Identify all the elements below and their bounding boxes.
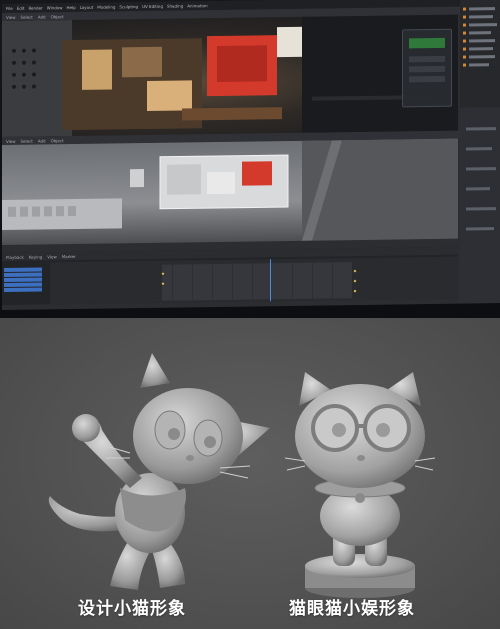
menu-item[interactable]: Window [47, 5, 63, 10]
workspace-tab[interactable]: Layout [80, 5, 94, 10]
transform-field[interactable] [409, 37, 445, 49]
monitor-photo: File Edit Render Window Help Layout Mode… [0, 0, 500, 318]
timeline-menu[interactable]: Playback [6, 254, 24, 259]
workspace-tab[interactable]: UV Editing [142, 4, 163, 9]
transform-field[interactable] [409, 75, 445, 83]
right-caption: 猫眼猫小娱形象 [289, 599, 415, 619]
workspace-tab[interactable]: Sculpting [119, 4, 138, 9]
scene-solid [2, 138, 458, 241]
transform-panel[interactable] [402, 28, 452, 108]
transform-field[interactable] [409, 65, 445, 73]
editor-window: File Edit Render Window Help Layout Mode… [2, 0, 500, 311]
viewport-menu[interactable]: View [6, 138, 16, 143]
transform-field[interactable] [409, 55, 445, 63]
menu-item[interactable]: Render [28, 5, 42, 10]
channel-list[interactable] [4, 266, 46, 293]
menu-item[interactable]: File [6, 6, 13, 11]
timeline-menu[interactable]: View [47, 254, 57, 259]
channel-row[interactable] [4, 282, 42, 287]
frame-range [162, 262, 352, 301]
workspace-tab[interactable]: Modeling [97, 4, 115, 9]
menu-item[interactable]: Help [66, 5, 75, 10]
channel-row[interactable] [4, 287, 42, 292]
channel-row[interactable] [4, 272, 42, 277]
outliner-list [460, 7, 500, 304]
solid-viewport[interactable] [2, 138, 458, 245]
timeline-menu[interactable]: Marker [62, 253, 76, 258]
rendered-viewport[interactable] [2, 14, 458, 138]
workspace-tab[interactable]: Shading [167, 3, 183, 8]
viewport-menu[interactable]: Select [21, 14, 33, 19]
scene-render [2, 14, 458, 137]
workspace-tab[interactable]: Animation [187, 3, 207, 8]
viewport-menu[interactable]: Object [51, 14, 64, 19]
glasses-cat-model [284, 372, 435, 598]
playhead[interactable] [270, 259, 271, 302]
viewport-menu[interactable]: Object [51, 138, 64, 143]
menu-item[interactable]: Edit [17, 6, 25, 11]
timeline-panel[interactable]: Playback Keying View Marker [2, 246, 458, 305]
channel-row[interactable] [4, 267, 42, 272]
viewport-menu[interactable]: View [6, 14, 16, 19]
timeline-menu[interactable]: Keying [29, 254, 42, 259]
properties-panel[interactable] [460, 0, 500, 304]
designed-cat-model [48, 353, 270, 590]
channel-row[interactable] [4, 277, 42, 282]
viewport-menu[interactable]: Add [38, 138, 46, 143]
viewport-menu[interactable]: Select [21, 138, 33, 143]
character-renders: 设计小猫形象 猫眼猫小娱形象 [0, 318, 500, 629]
viewport-menu[interactable]: Add [38, 14, 46, 19]
left-caption: 设计小猫形象 [78, 599, 186, 619]
